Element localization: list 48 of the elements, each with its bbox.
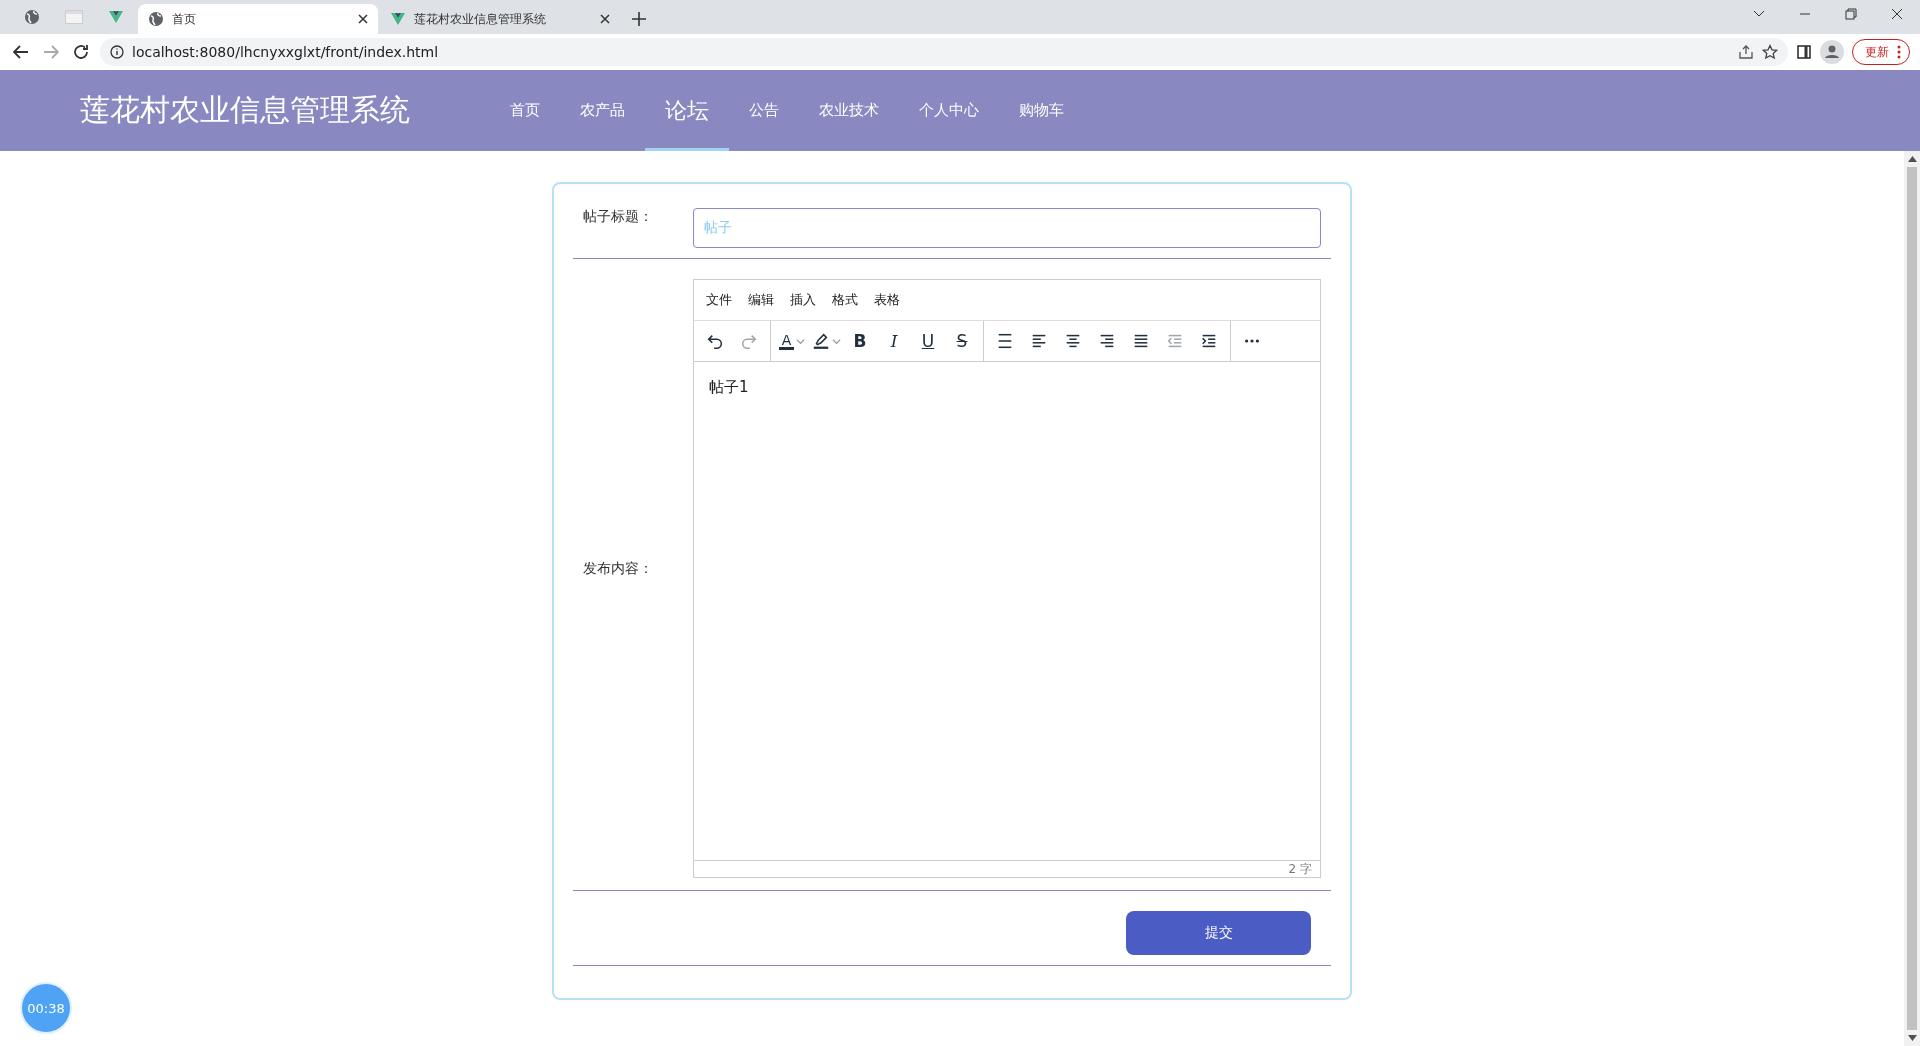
- align-center-icon[interactable]: [1064, 332, 1082, 350]
- menu-item[interactable]: 表格: [868, 289, 906, 311]
- globe-icon: [148, 11, 164, 27]
- submit-button[interactable]: 提交: [1126, 911, 1311, 955]
- close-icon[interactable]: [358, 14, 368, 24]
- bold-button[interactable]: B: [843, 326, 877, 356]
- undo-icon[interactable]: [706, 332, 724, 350]
- logo-icon: [390, 11, 406, 27]
- info-icon[interactable]: [110, 45, 124, 59]
- share-icon[interactable]: [1738, 44, 1754, 60]
- kebab-icon: [1897, 45, 1901, 59]
- word-count: 2 字: [1288, 861, 1312, 877]
- line-height-icon[interactable]: [996, 332, 1014, 350]
- profile-icon[interactable]: [1820, 40, 1844, 64]
- url-text[interactable]: localhost:8080/lhcnyxxglxt/front/index.html: [132, 44, 1730, 60]
- site-title: 莲花村农业信息管理系统: [80, 91, 411, 129]
- globe-icon: [24, 9, 40, 25]
- indent-icon[interactable]: [1200, 332, 1218, 350]
- new-tab-icon[interactable]: [632, 12, 646, 26]
- italic-button[interactable]: I: [877, 326, 911, 356]
- menu-item[interactable]: 格式: [826, 289, 864, 311]
- field-label: 发布内容：: [582, 559, 654, 578]
- highlight-icon[interactable]: [811, 332, 830, 350]
- underline-button[interactable]: U: [911, 326, 945, 356]
- editor-text[interactable]: 帖子1: [694, 362, 1320, 860]
- scrollbar[interactable]: [1904, 151, 1920, 1046]
- text-color-button[interactable]: A: [775, 326, 809, 356]
- address-bar[interactable]: localhost:8080/lhcnyxxglxt/front/index.html: [100, 38, 1788, 66]
- menu-item[interactable]: 插入: [784, 289, 822, 311]
- menu-item[interactable]: 文件: [700, 289, 738, 311]
- strike-button[interactable]: S: [945, 326, 979, 356]
- chevron-icon[interactable]: [831, 336, 841, 346]
- field-label: 帖子标题：: [582, 208, 654, 226]
- chevron-icon[interactable]: [796, 336, 806, 346]
- star-icon[interactable]: [1762, 44, 1778, 60]
- align-left-icon[interactable]: [1030, 332, 1048, 350]
- scroll-down-icon[interactable]: [1907, 1035, 1917, 1041]
- update-button[interactable]: 更新: [1852, 39, 1910, 65]
- scroll-up-icon[interactable]: [1907, 156, 1917, 162]
- menu-item[interactable]: 编辑: [742, 289, 780, 311]
- logo-icon: [108, 9, 124, 25]
- align-right-icon[interactable]: [1098, 332, 1116, 350]
- browser-tab[interactable]: 首页: [138, 4, 378, 34]
- browser-tab[interactable]: 莲花村农业信息管理系统: [380, 4, 620, 34]
- justify-icon[interactable]: [1132, 332, 1150, 350]
- close-icon[interactable]: [600, 14, 610, 24]
- sidebar-icon[interactable]: [1796, 44, 1812, 60]
- timer-badge: 00:38: [20, 982, 72, 1034]
